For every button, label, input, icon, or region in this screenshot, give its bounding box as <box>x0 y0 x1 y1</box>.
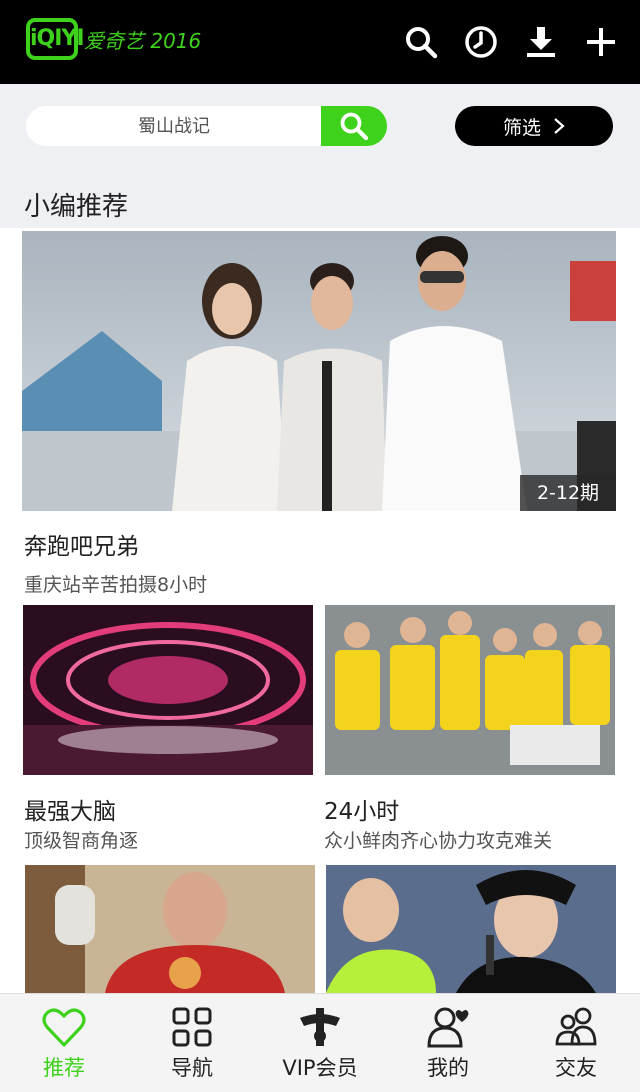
user-icon <box>427 1007 469 1048</box>
friends-icon <box>555 1007 597 1046</box>
nav-label: 导航 <box>171 1056 213 1080</box>
search-button[interactable] <box>321 106 387 146</box>
history-icon[interactable] <box>464 22 498 62</box>
nav-label: 推荐 <box>43 1056 85 1080</box>
card-thumbnail[interactable] <box>23 605 313 775</box>
show-photo <box>326 865 616 993</box>
chevron-right-icon <box>554 118 565 134</box>
nav-item-vip[interactable]: VIP会员 <box>256 994 384 1092</box>
card-subtitle: 众小鲜肉齐心协力攻克难关 <box>324 830 553 852</box>
section-title: 小编推荐 <box>24 192 129 222</box>
filter-button[interactable]: 筛选 <box>455 106 613 146</box>
nav-item-mine[interactable]: 我的 <box>384 994 512 1092</box>
nav-item-recommend[interactable]: 推荐 <box>0 994 128 1092</box>
add-icon[interactable] <box>584 22 618 62</box>
app-logo[interactable]: iQIYI 爱奇艺 2016 <box>26 18 201 60</box>
search-icon <box>340 112 369 141</box>
card-thumbnail[interactable] <box>326 865 616 993</box>
search-icon[interactable] <box>404 22 438 62</box>
hero-photo <box>22 231 616 511</box>
card-title[interactable]: 最强大脑 <box>24 792 116 826</box>
heart-icon <box>42 1008 86 1047</box>
logo-text: 爱奇艺 2016 <box>84 28 202 53</box>
search-input[interactable] <box>26 106 322 146</box>
hero-subtitle: 重庆站辛苦拍摄8小时 <box>24 574 208 596</box>
nav-label: 交友 <box>555 1056 597 1080</box>
iqiyi-logo-mark: iQIYI <box>26 18 85 60</box>
section-header: 小编推荐 <box>0 170 640 228</box>
top-bar: iQIYI 爱奇艺 2016 <box>0 0 640 84</box>
filter-label: 筛选 <box>502 116 541 139</box>
bottom-nav: 推荐 导航 VIP会员 我的 交友 <box>0 993 640 1092</box>
card-thumbnail[interactable] <box>325 605 615 775</box>
nav-label: 我的 <box>427 1056 469 1080</box>
portrait-photo <box>25 865 315 993</box>
episode-badge: 2-12期 <box>520 475 616 511</box>
search-bar: 筛选 <box>0 84 640 170</box>
team-photo <box>325 605 615 775</box>
card-thumbnail[interactable] <box>25 865 315 993</box>
hero-title[interactable]: 奔跑吧兄弟 <box>24 527 139 561</box>
vip-crown-icon <box>300 1008 340 1046</box>
grid-icon <box>172 1007 212 1047</box>
stage-photo <box>23 605 313 775</box>
download-icon[interactable] <box>524 22 558 62</box>
hero-image[interactable]: 2-12期 <box>22 231 616 511</box>
nav-item-friends[interactable]: 交友 <box>512 994 640 1092</box>
card-subtitle: 顶级智商角逐 <box>24 830 139 852</box>
nav-label: VIP会员 <box>282 1056 358 1080</box>
nav-item-navigation[interactable]: 导航 <box>128 994 256 1092</box>
card-title[interactable]: 24小时 <box>324 792 399 826</box>
